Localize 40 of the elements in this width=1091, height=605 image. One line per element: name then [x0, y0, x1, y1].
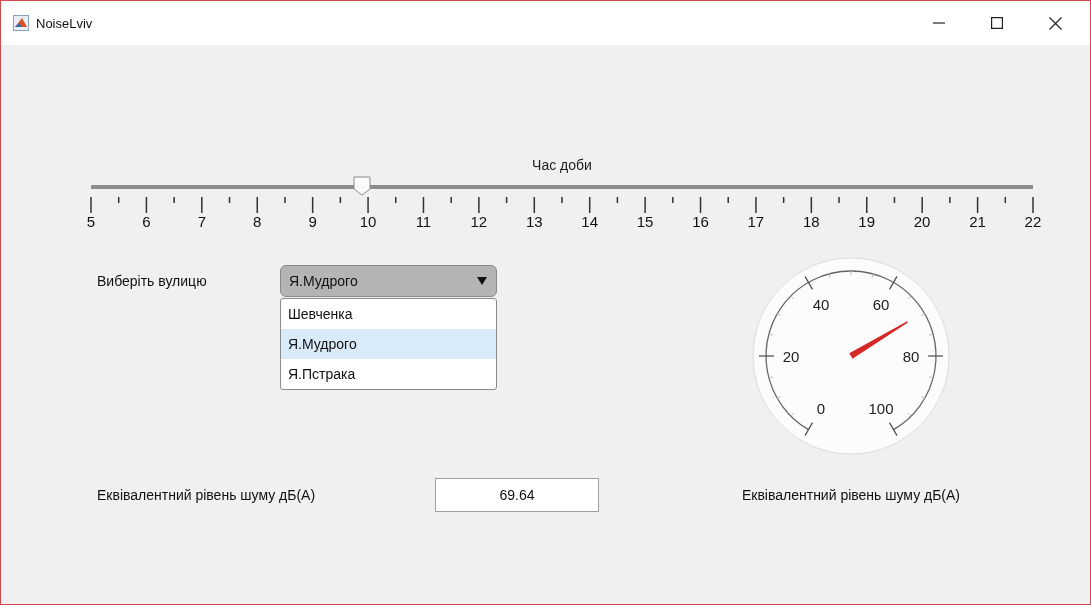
tick-label: 11	[415, 213, 432, 230]
window-title: NoiseLviv	[36, 15, 93, 31]
tick-label: 6	[142, 213, 151, 230]
tick-label: 18	[802, 213, 820, 230]
gauge-label: 40	[812, 296, 830, 314]
minimize-icon	[933, 22, 945, 24]
tick-label: 20	[913, 213, 931, 230]
noise-label: Еквівалентний рівень шуму дБ(А)	[97, 487, 317, 503]
tick-label: 10	[359, 213, 377, 230]
tick-label: 19	[858, 213, 876, 230]
gauge-label: 100	[868, 399, 894, 417]
tick-label: 12	[470, 213, 488, 230]
close-icon	[1048, 16, 1062, 30]
slider-label: Час доби	[532, 157, 592, 173]
gauge-label: 0	[816, 399, 826, 417]
gauge-label: 20	[782, 348, 800, 365]
app-icon	[13, 15, 29, 31]
tick-label: 5	[86, 213, 96, 230]
street-label: Виберіть вулицю	[97, 273, 208, 289]
tick-label: 22	[1024, 213, 1042, 230]
tick-label: 8	[253, 213, 262, 230]
noise-value-field[interactable]: 69.64	[435, 478, 599, 512]
tick-label: 9	[308, 213, 317, 230]
maximize-icon	[991, 17, 1003, 29]
tick-label: 21	[969, 213, 986, 230]
dropdown-option[interactable]: Я.Пстрака	[281, 359, 496, 389]
dropdown-option[interactable]: Шевченка	[281, 299, 496, 329]
tick-label: 15	[636, 213, 654, 230]
tick-label: 17	[747, 213, 765, 230]
street-dropdown[interactable]: Я.Мудрого	[280, 265, 497, 297]
slider-thumb[interactable]	[353, 176, 372, 196]
dropdown-option[interactable]: Я.Мудрого	[281, 329, 496, 359]
gauge-label: 60	[872, 296, 890, 314]
caret-icon	[476, 276, 488, 286]
tick-label: 14	[581, 213, 598, 230]
tick-label: 16	[692, 213, 709, 230]
tick-label: 7	[197, 213, 206, 230]
gauge-label: 80	[902, 348, 920, 365]
tick-label: 13	[525, 213, 543, 230]
gauge-caption: Еквівалентний рівень шуму дБ(А)	[741, 487, 961, 503]
